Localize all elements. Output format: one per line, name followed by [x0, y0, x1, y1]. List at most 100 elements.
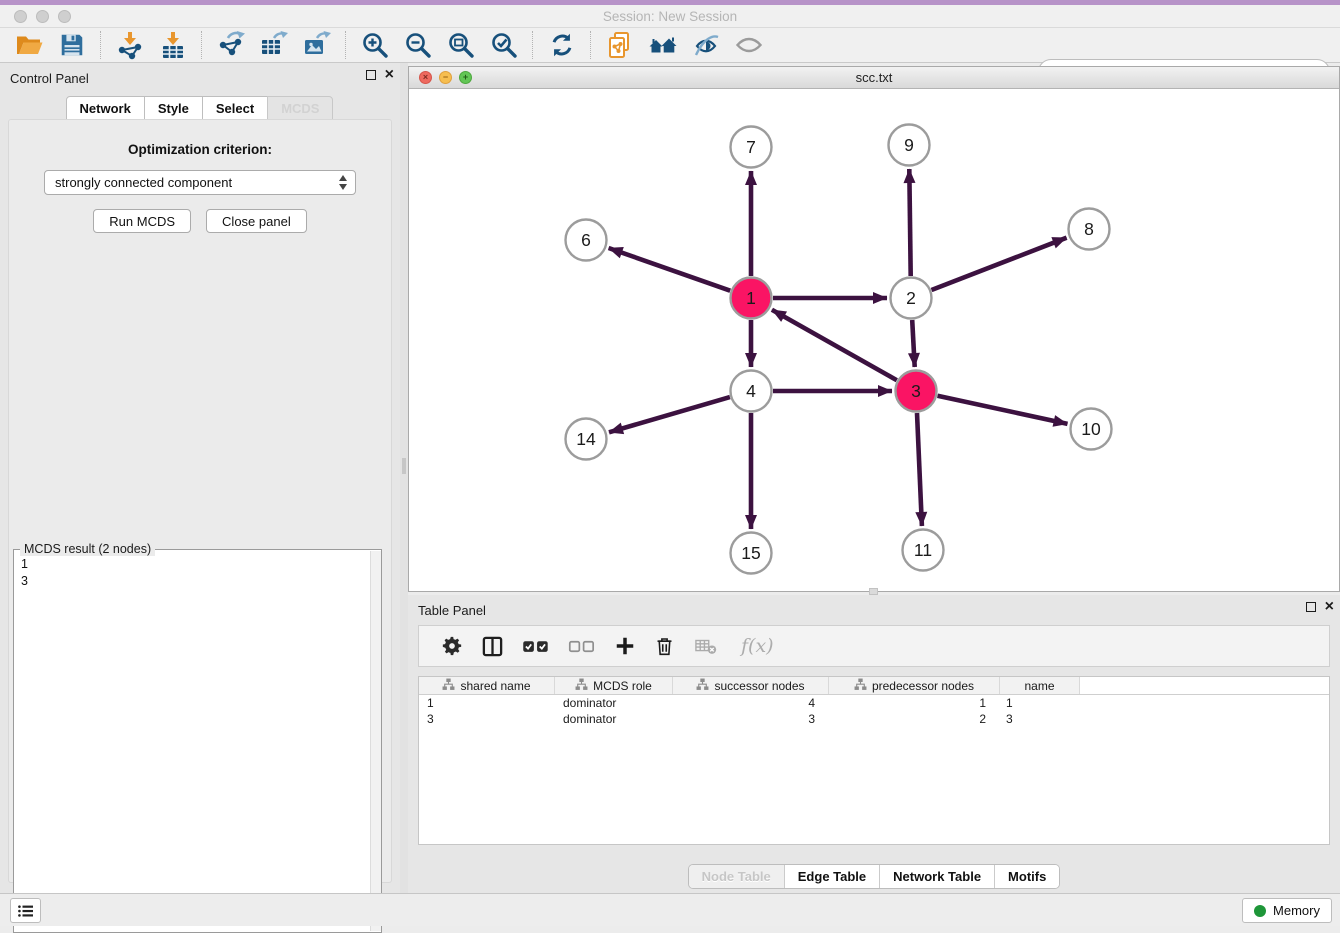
- column-header-name[interactable]: name: [1000, 677, 1080, 694]
- graph-edge-3-1[interactable]: [772, 310, 897, 380]
- column-header-mcds-role[interactable]: MCDS role: [555, 677, 673, 694]
- fx-label: f(x): [741, 635, 774, 657]
- network-window-titlebar[interactable]: × − + scc.txt: [409, 67, 1339, 89]
- graph-edge-4-14[interactable]: [609, 397, 730, 432]
- graph-node-15[interactable]: 15: [731, 533, 772, 574]
- memory-button[interactable]: Memory: [1242, 898, 1332, 923]
- tab-network-table[interactable]: Network Table: [880, 865, 995, 888]
- column-label: shared name: [460, 679, 530, 693]
- table-header-filler: [1080, 677, 1329, 694]
- close-panel-button[interactable]: Close panel: [206, 209, 307, 233]
- close-table-panel-icon[interactable]: ×: [1325, 602, 1334, 612]
- export-table-icon[interactable]: [257, 29, 290, 61]
- cell-successor-nodes: 3: [673, 712, 829, 726]
- float-panel-icon[interactable]: [366, 70, 376, 80]
- table-row[interactable]: 3dominator323: [419, 711, 1329, 727]
- mcds-result-text[interactable]: 1 3: [14, 552, 369, 932]
- graph-node-label: 3: [911, 381, 921, 401]
- refresh-icon[interactable]: [545, 29, 578, 61]
- export-image-icon[interactable]: [300, 29, 333, 61]
- graph-node-14[interactable]: 14: [566, 419, 607, 460]
- network-canvas[interactable]: 7 9 6 8 1 2 4 3 14 10 15 11: [409, 89, 1339, 591]
- run-mcds-button[interactable]: Run MCDS: [93, 209, 191, 233]
- column-header-predecessor-nodes[interactable]: predecessor nodes: [829, 677, 1000, 694]
- table-header-row: shared name MCDS rolesuccessor nodesprede…: [419, 677, 1329, 695]
- splitter-handle[interactable]: [402, 458, 406, 474]
- table-tabs-bar: Node TableEdge TableNetwork TableMotifs: [408, 864, 1340, 889]
- tree-icon: [442, 678, 455, 694]
- zoom-in-icon[interactable]: [358, 29, 391, 61]
- main-titlebar: Session: New Session: [0, 5, 1340, 28]
- graph-node-7[interactable]: 7: [731, 127, 772, 168]
- gear-icon[interactable]: [441, 635, 463, 657]
- network-view-window: × − + scc.txt 7 9 6 8 1 2 4 3 14 10 15 11: [408, 66, 1340, 592]
- homes-icon[interactable]: [646, 29, 679, 61]
- graph-node-label: 8: [1084, 219, 1094, 239]
- deselect-all-icon[interactable]: [568, 638, 596, 655]
- add-icon[interactable]: [614, 635, 636, 657]
- graph-node-9[interactable]: 9: [889, 125, 930, 166]
- export-network-icon[interactable]: [214, 29, 247, 61]
- zoom-fit-icon[interactable]: [444, 29, 477, 61]
- eye-slash-icon[interactable]: [689, 29, 722, 61]
- tab-edge-table[interactable]: Edge Table: [785, 865, 880, 888]
- clone-network-icon[interactable]: [603, 29, 636, 61]
- graph-node-8[interactable]: 8: [1069, 209, 1110, 250]
- zoom-selected-icon[interactable]: [487, 29, 520, 61]
- select-all-icon[interactable]: [522, 638, 550, 655]
- graph-node-label: 7: [746, 137, 756, 157]
- horizontal-splitter-handle[interactable]: [869, 588, 878, 595]
- network-window-title: scc.txt: [409, 70, 1339, 85]
- trash-icon[interactable]: [654, 635, 675, 657]
- graph-node-2[interactable]: 2: [891, 278, 932, 319]
- optimization-criterion-dropdown[interactable]: strongly connected component: [44, 170, 356, 195]
- control-panel-controls: ×: [366, 70, 394, 80]
- graph-node-6[interactable]: 6: [566, 220, 607, 261]
- graph-node-4[interactable]: 4: [731, 371, 772, 412]
- close-panel-icon[interactable]: ×: [385, 70, 394, 80]
- cell-shared-name: 3: [419, 712, 555, 726]
- dropdown-stepper-icon: [339, 175, 347, 190]
- table-panel-controls: ×: [1306, 602, 1334, 612]
- main-toolbar: [0, 28, 1340, 63]
- import-network-icon[interactable]: [113, 29, 146, 61]
- tree-icon: [854, 678, 867, 694]
- table-row[interactable]: 1dominator411: [419, 695, 1329, 711]
- split-panel-icon[interactable]: [481, 635, 504, 658]
- mcds-panel: Optimization criterion: strongly connect…: [8, 119, 392, 883]
- vertical-splitter[interactable]: [400, 63, 408, 893]
- eye-icon[interactable]: [732, 29, 765, 61]
- graph-node-11[interactable]: 11: [903, 530, 944, 571]
- zoom-out-icon[interactable]: [401, 29, 434, 61]
- table-panel: Table Panel × f(x) shared nameMCDS roles…: [408, 595, 1340, 893]
- import-table-icon[interactable]: [156, 29, 189, 61]
- cell-shared-name: 1: [419, 696, 555, 710]
- graph-edge-3-11[interactable]: [917, 413, 922, 526]
- graph-node-10[interactable]: 10: [1071, 409, 1112, 450]
- save-icon[interactable]: [55, 29, 88, 61]
- optimization-label: Optimization criterion:: [9, 142, 391, 157]
- task-history-button[interactable]: [10, 898, 41, 923]
- graph-edge-2-9[interactable]: [909, 169, 910, 276]
- list-menu-icon: [17, 904, 35, 918]
- tab-motifs[interactable]: Motifs: [995, 865, 1059, 888]
- delete-table-icon[interactable]: [693, 635, 719, 657]
- graph-edge-1-6[interactable]: [609, 248, 731, 291]
- column-header-successor-nodes[interactable]: successor nodes: [673, 677, 829, 694]
- graph-node-3[interactable]: 3: [896, 371, 937, 412]
- toolbar-separator: [201, 31, 202, 59]
- float-table-panel-icon[interactable]: [1306, 602, 1316, 612]
- result-scrollbar[interactable]: [370, 551, 381, 931]
- toolbar-separator: [590, 31, 591, 59]
- tab-node-table[interactable]: Node Table: [689, 865, 785, 888]
- fx-icon[interactable]: f(x): [737, 635, 774, 657]
- graph-node-1[interactable]: 1: [731, 278, 772, 319]
- graph-node-label: 11: [914, 540, 932, 560]
- open-folder-icon[interactable]: [12, 29, 45, 61]
- cell-name: 1: [1000, 696, 1080, 710]
- column-header-shared-name[interactable]: shared name: [419, 677, 555, 694]
- graph-node-label: 1: [746, 288, 756, 308]
- graph-edge-3-10[interactable]: [938, 396, 1068, 424]
- graph-edge-2-3[interactable]: [912, 320, 915, 367]
- graph-edge-2-8[interactable]: [932, 238, 1067, 290]
